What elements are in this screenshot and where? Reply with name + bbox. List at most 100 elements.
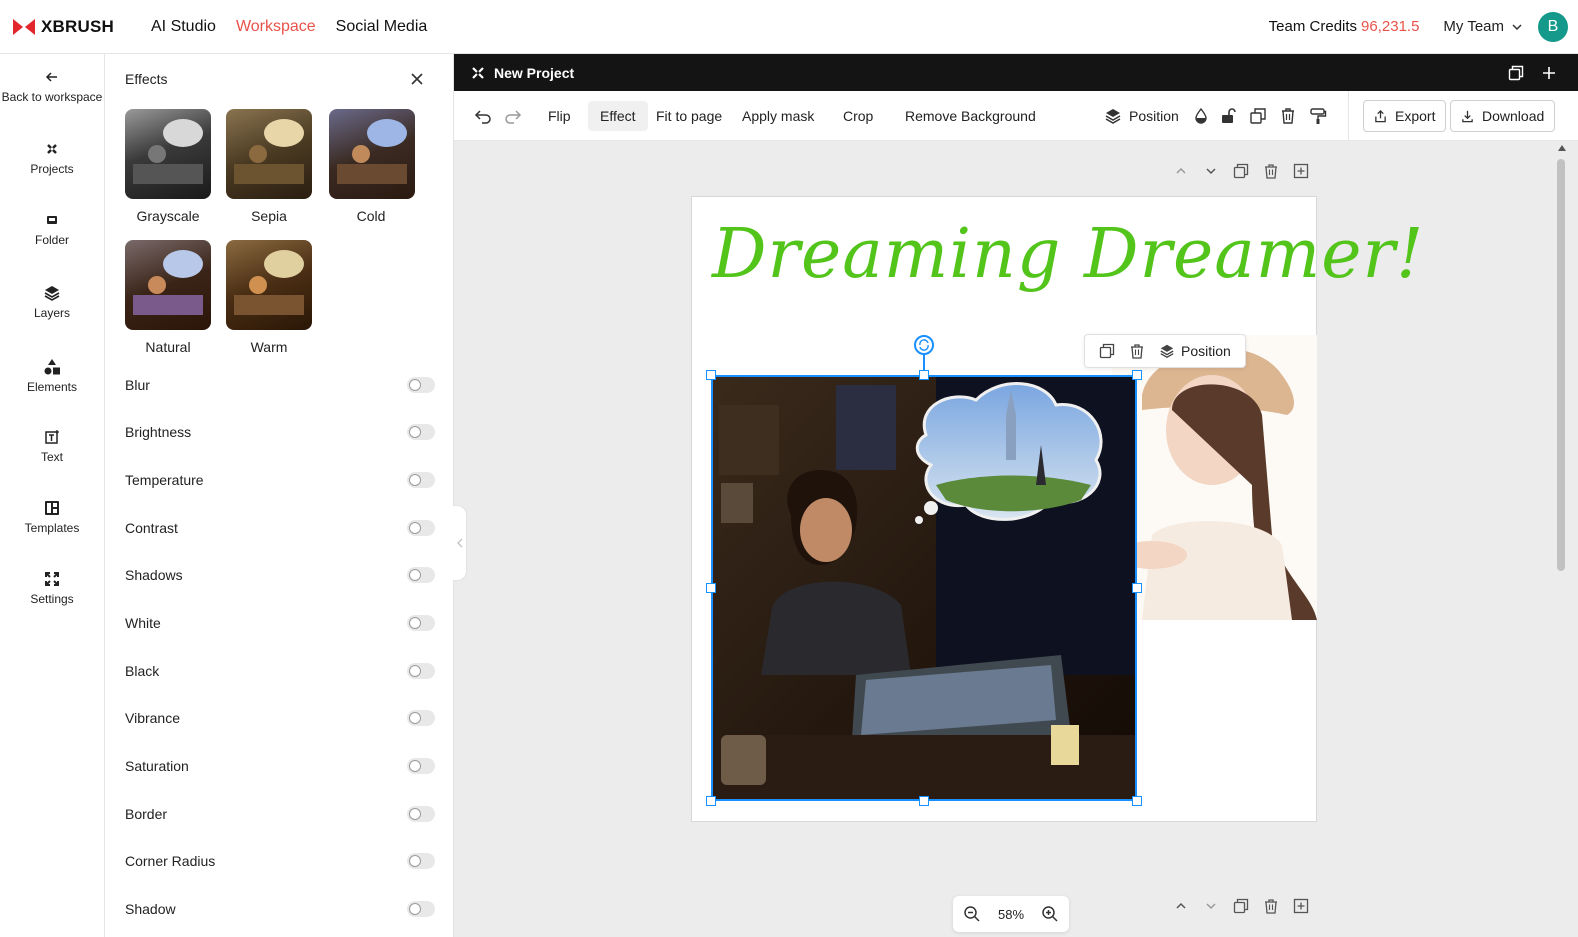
top-nav: AI Studio Workspace Social Media [151,18,447,36]
redo-icon[interactable] [504,107,522,125]
add-page-icon[interactable] [1293,898,1309,914]
project-title[interactable]: New Project [494,65,574,81]
download-button[interactable]: Download [1450,100,1556,132]
delete-page-icon[interactable] [1263,163,1279,179]
rail-folder[interactable]: Folder [0,211,104,247]
nav-workspace[interactable]: Workspace [236,18,316,36]
canvas-headline[interactable]: Dreaming Dreamer! [712,215,1423,294]
download-label: Download [1482,108,1545,124]
white-toggle[interactable] [407,615,435,631]
effect-button[interactable]: Effect [588,101,648,131]
rail-label: Text [40,450,63,464]
contrast-toggle[interactable] [407,520,435,536]
team-credits: Team Credits 96,231.5 [1269,18,1420,35]
resize-handle-top[interactable] [919,370,929,380]
move-down-icon[interactable] [1203,898,1219,914]
unlock-icon[interactable] [1219,107,1237,125]
preset-grayscale[interactable] [125,109,211,199]
resize-handle-right[interactable] [1132,583,1142,593]
team-selector[interactable]: My Team [1443,18,1522,35]
rail-projects[interactable]: Projects [0,140,104,176]
duplicate-icon[interactable] [1249,107,1267,125]
shadow-toggle[interactable] [407,901,435,917]
zoom-in-icon[interactable] [1041,905,1059,923]
saturation-toggle[interactable] [407,758,435,774]
preset-sepia-image [234,119,304,184]
preset-label: Warm [250,339,288,355]
nav-ai-studio[interactable]: AI Studio [151,18,216,36]
nav-social-media[interactable]: Social Media [336,18,428,36]
rail-label: Back to workspace [1,90,103,104]
scroll-up-arrow[interactable] [1558,145,1566,151]
vibrance-toggle[interactable] [407,710,435,726]
duplicate-page-icon[interactable] [1508,65,1524,81]
export-icon [1375,109,1386,122]
float-position-button[interactable]: Position [1159,343,1231,359]
blur-toggle[interactable] [407,377,435,393]
trash-icon[interactable] [1279,107,1297,125]
border-toggle[interactable] [407,806,435,822]
temperature-toggle[interactable] [407,472,435,488]
adjust-label: Blur [125,377,150,393]
adjust-label: Border [125,806,168,822]
apply-mask-button[interactable]: Apply mask [730,101,826,131]
zoom-level: 58% [997,906,1025,922]
selection-box[interactable] [711,375,1137,801]
adjust-row: Brightness [125,420,435,444]
adjust-row: Blur [125,373,435,397]
rotate-handle[interactable] [914,335,934,355]
avatar[interactable]: B [1538,11,1568,42]
trash-icon[interactable] [1129,343,1145,359]
rail-label: Settings [30,592,74,606]
rail-elements[interactable]: Elements [0,358,104,394]
resize-handle-bottom-right[interactable] [1132,796,1142,806]
rail-text[interactable]: Text [0,428,104,464]
zoom-out-icon[interactable] [963,905,981,923]
preset-cold[interactable] [329,109,415,199]
undo-icon[interactable] [474,107,492,125]
opacity-icon[interactable] [1192,107,1210,125]
credits-label: Team Credits [1268,18,1358,35]
woman-hat-image[interactable] [1112,335,1317,620]
resize-handle-top-right[interactable] [1132,370,1142,380]
adjust-label: Saturation [125,758,189,774]
adjust-label: Shadow [125,901,176,917]
black-toggle[interactable] [407,663,435,679]
move-down-icon[interactable] [1203,163,1219,179]
rail-templates[interactable]: Templates [0,499,104,535]
vertical-scrollbar[interactable] [1557,159,1565,571]
fit-to-page-button[interactable]: Fit to page [644,101,734,131]
duplicate-icon[interactable] [1099,343,1115,359]
position-button[interactable]: Position [1094,101,1191,131]
rail-layers[interactable]: Layers [0,284,104,320]
collapse-panel-tab[interactable] [453,505,467,581]
duplicate-page-icon[interactable] [1233,898,1249,914]
resize-handle-left[interactable] [706,583,716,593]
rail-back-to-workspace[interactable]: Back to workspace [0,68,104,104]
flip-button[interactable]: Flip [536,101,583,131]
move-up-icon[interactable] [1173,163,1189,179]
resize-handle-bottom-left[interactable] [706,796,716,806]
adjust-row: Saturation [125,754,435,778]
delete-page-icon[interactable] [1263,898,1279,914]
brightness-toggle[interactable] [407,424,435,440]
format-painter-icon[interactable] [1309,107,1327,125]
logo[interactable]: XBRUSH [13,17,151,37]
corner-radius-toggle[interactable] [407,853,435,869]
duplicate-page-icon[interactable] [1233,163,1249,179]
move-up-icon[interactable] [1173,898,1189,914]
toolbar: Flip Effect Fit to page Apply mask Crop … [454,91,1578,141]
close-icon[interactable] [410,72,424,86]
rail-settings[interactable]: Settings [0,570,104,606]
resize-handle-bottom[interactable] [919,796,929,806]
add-page-icon[interactable] [1542,66,1556,80]
export-button[interactable]: Export [1363,100,1447,132]
preset-sepia[interactable] [226,109,312,199]
preset-warm[interactable] [226,240,312,330]
remove-background-button[interactable]: Remove Background [893,101,1048,131]
shadows-toggle[interactable] [407,567,435,583]
crop-button[interactable]: Crop [831,101,885,131]
add-page-icon[interactable] [1293,163,1309,179]
resize-handle-top-left[interactable] [706,370,716,380]
preset-natural[interactable] [125,240,211,330]
